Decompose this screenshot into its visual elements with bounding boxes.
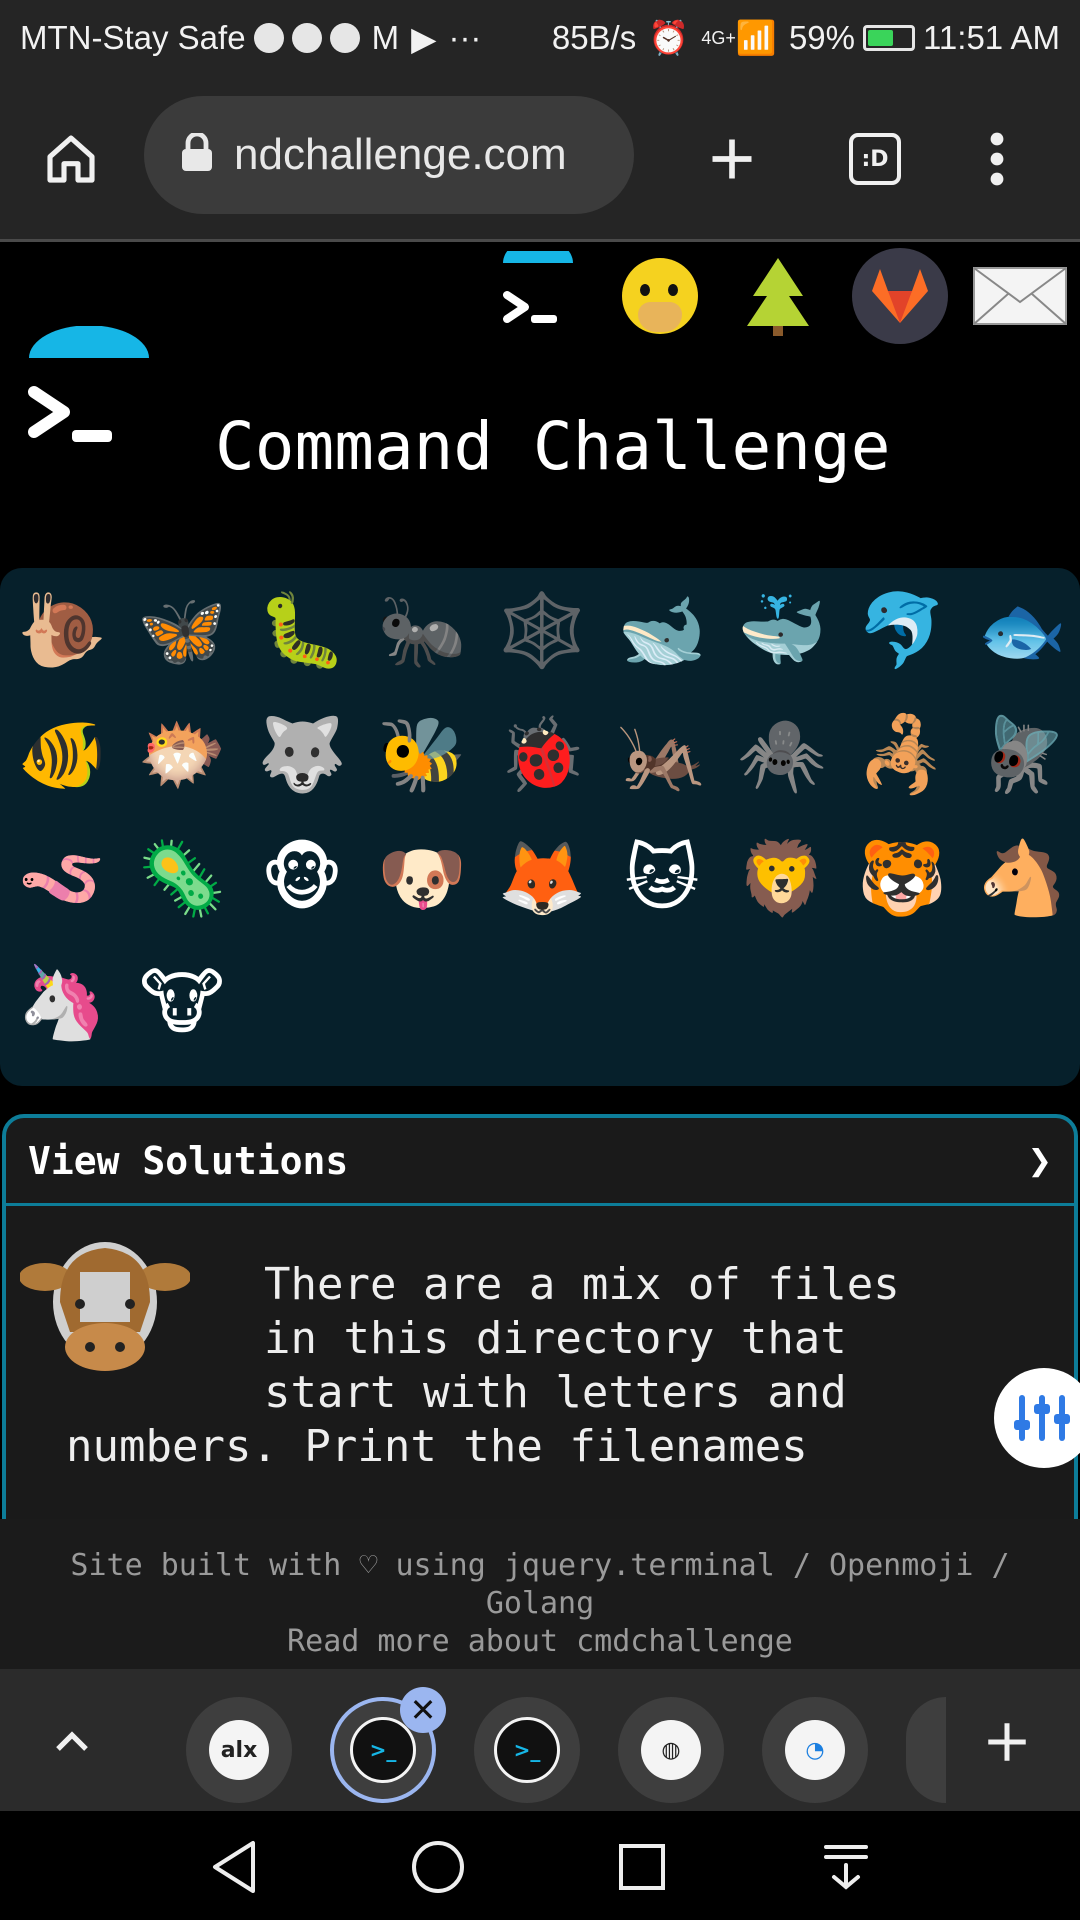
browser-toolbar: ndchallenge.com :D [0, 76, 1080, 242]
web-page: Command Challenge 🐌 🦋 🐛 🐜 🕸️ 🐋 🐳 🐬 🐟 🐠 🐡 🐺 🐝 🐞 🦗 🕷️ 🦂 🪰 🪱 🦠… [0, 242, 1080, 1519]
notification-down-icon[interactable] [814, 1835, 878, 1899]
challenge-animal-icon[interactable]: 🐶 [374, 830, 470, 926]
solutions-panel: View Solutions ❯ There are a mix of file… [2, 1114, 1078, 1519]
chevron-right-icon: ❯ [1027, 1137, 1052, 1184]
signal-icon: 📶 [735, 18, 777, 56]
site-logo-icon[interactable] [24, 325, 154, 460]
notification-icon [253, 23, 284, 53]
challenge-animal-icon[interactable]: 🐡 [134, 706, 230, 802]
carrier-name: MTN-Stay Safe [20, 19, 246, 56]
mail-icon[interactable] [972, 248, 1068, 344]
challenge-animal-icon[interactable]: 🕸️ [494, 582, 590, 678]
globe-icon: ◍ [641, 1720, 701, 1780]
battery-icon [863, 25, 916, 51]
challenge-animal-icon[interactable]: 🐴 [974, 830, 1070, 926]
more-notifications-icon: ··· [448, 19, 482, 56]
tab-digitalocean[interactable]: ◔ [762, 1697, 868, 1803]
challenge-animal-icon[interactable]: 🐠 [14, 706, 110, 802]
challenge-animal-icon[interactable]: 🐜 [374, 582, 470, 678]
terminal-favicon-icon: >_ [494, 1717, 560, 1783]
challenge-animal-icon[interactable]: 🪰 [974, 706, 1070, 802]
face-hand-over-mouth-icon[interactable] [612, 248, 708, 344]
challenge-animal-icon[interactable]: 🦂 [854, 706, 950, 802]
challenge-text-line: in this directory that [264, 1313, 847, 1364]
url-bar[interactable]: ndchallenge.com [144, 96, 634, 214]
challenge-animal-icon[interactable]: 🐳 [734, 582, 830, 678]
chevron-up-icon[interactable] [48, 1717, 96, 1769]
challenge-animal-icon[interactable]: 🐋 [614, 582, 710, 678]
challenge-animal-icon[interactable]: 🦠 [134, 830, 230, 926]
battery-percent: 59% [788, 19, 856, 56]
challenge-animal-icon[interactable]: 🦁 [734, 830, 830, 926]
tab-cmdchallenge-active[interactable]: >_ ✕ [330, 1687, 446, 1803]
challenge-animal-icon[interactable]: 🦄 [14, 954, 110, 1050]
challenge-animal-icon[interactable]: 🐮 [134, 954, 230, 1050]
challenge-animal-icon[interactable]: 🕷️ [734, 706, 830, 802]
url-text: ndchallenge.com [234, 130, 567, 179]
site-footer: Site built with ♡ using jquery.terminal … [0, 1519, 1080, 1669]
tab-globe[interactable]: ◍ [618, 1697, 724, 1803]
network-speed: 85B/s [551, 19, 637, 56]
alx-icon: alx [209, 1720, 269, 1780]
alarm-icon: ⏰ [648, 18, 690, 56]
challenge-animal-icon[interactable]: 🐯 [854, 830, 950, 926]
system-nav-bar [0, 1811, 1080, 1920]
notification-icon [291, 23, 322, 53]
lock-icon [180, 131, 214, 177]
more-vert-icon[interactable] [962, 124, 1032, 194]
clock: 11:51 AM [923, 19, 1060, 56]
challenge-description: There are a mix of files in this directo… [6, 1222, 1074, 1474]
page-title: Command Challenge [215, 408, 891, 485]
tab-switcher-icon[interactable]: :D [840, 124, 910, 194]
challenge-animal-icon[interactable]: 🦊 [494, 830, 590, 926]
footer-credits-cont: Golang [485, 1586, 595, 1621]
challenge-text-line: start with letters and [264, 1367, 847, 1418]
gmail-icon: M [371, 19, 400, 56]
challenge-animal-icon[interactable]: 🐱 [614, 830, 710, 926]
tab-cmdchallenge[interactable]: >_ [474, 1697, 580, 1803]
challenge-animal-icon[interactable]: 🦋 [134, 582, 230, 678]
close-tab-icon[interactable]: ✕ [400, 1687, 446, 1733]
tab-partial[interactable] [906, 1697, 946, 1803]
view-solutions-label: View Solutions [28, 1138, 349, 1183]
challenge-animal-icon[interactable]: 🐺 [254, 706, 350, 802]
home-icon[interactable] [36, 124, 106, 194]
challenge-animal-icon[interactable]: 🐝 [374, 706, 470, 802]
add-tab-icon[interactable] [982, 1717, 1032, 1771]
recents-icon[interactable] [610, 1835, 674, 1899]
challenge-animal-icon[interactable]: 🐛 [254, 582, 350, 678]
tab-alx[interactable]: alx [186, 1697, 292, 1803]
challenge-animal-icon[interactable]: 🐟 [974, 582, 1070, 678]
challenge-animal-icon[interactable]: 🪱 [14, 830, 110, 926]
footer-credits: Site built with ♡ using jquery.terminal … [70, 1548, 1010, 1583]
challenge-animal-icon[interactable]: 🐵 [254, 830, 350, 926]
digitalocean-icon: ◔ [785, 1720, 845, 1780]
challenge-animal-grid: 🐌 🦋 🐛 🐜 🕸️ 🐋 🐳 🐬 🐟 🐠 🐡 🐺 🐝 🐞 🦗 🕷️ 🦂 🪰 🪱 🦠 🐵 🐶 🦊 🐱 🦁 🐯 🐴 🦄 🐮 [0, 568, 1080, 1086]
gitlab-icon[interactable] [852, 248, 948, 344]
challenge-text-line: There are a mix of files [264, 1259, 900, 1310]
youtube-icon: ▶ [411, 19, 437, 57]
home-circle-icon[interactable] [406, 1835, 470, 1899]
status-bar: MTN-Stay Safe M ▶ ··· 85B/s ⏰ 4G+ 📶 59% … [0, 0, 1080, 76]
challenge-animal-icon[interactable]: 🐬 [854, 582, 950, 678]
challenge-text-line: numbers. Print the filenames [66, 1421, 808, 1472]
back-icon[interactable] [202, 1835, 266, 1899]
challenge-animal-icon[interactable]: 🐌 [14, 582, 110, 678]
challenge-animal-icon[interactable]: 🐞 [494, 706, 590, 802]
message-icon [329, 23, 360, 53]
challenge-animal-icon[interactable]: 🦗 [614, 706, 710, 802]
tab-strip: alx >_ ✕ >_ ◍ ◔ [0, 1669, 1080, 1811]
view-solutions-header[interactable]: View Solutions ❯ [6, 1118, 1074, 1206]
site-header: Command Challenge [0, 325, 1080, 512]
read-more-link[interactable]: Read more about cmdchallenge [0, 1623, 1080, 1661]
terminal-logo-icon[interactable] [490, 248, 586, 344]
terminal-favicon-icon: >_ [350, 1717, 416, 1783]
tab-count: :D [849, 133, 901, 185]
tree-icon[interactable] [730, 248, 826, 344]
network-type: 4G+ [701, 27, 736, 48]
new-tab-icon[interactable] [697, 124, 767, 194]
